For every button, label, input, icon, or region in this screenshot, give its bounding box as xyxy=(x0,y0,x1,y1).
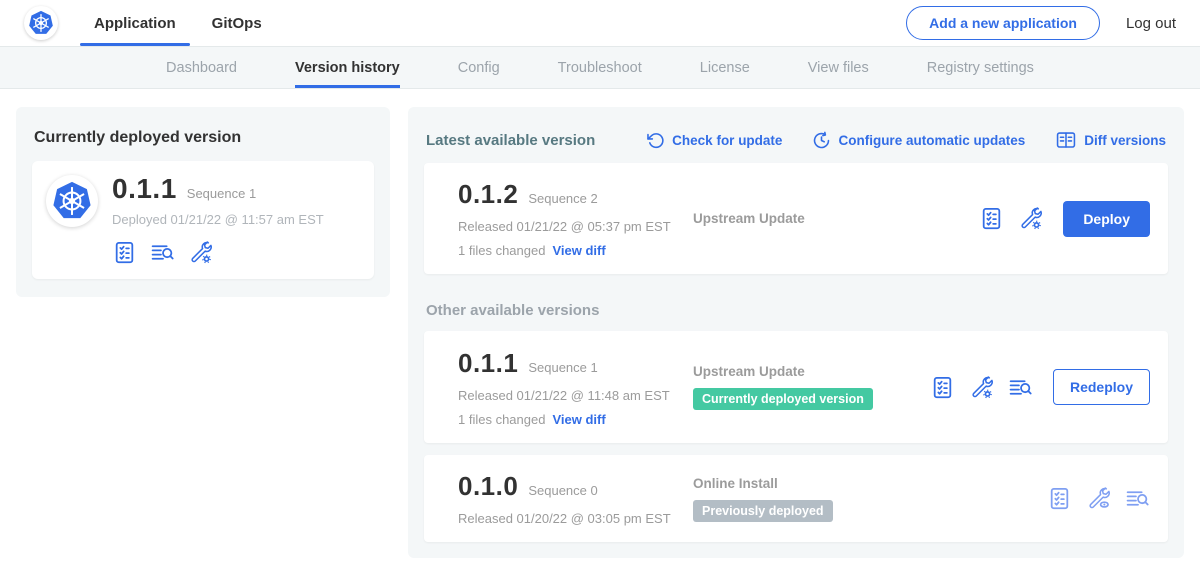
deployed-version-number: 0.1.1 xyxy=(112,173,177,205)
view-diff-link[interactable]: View diff xyxy=(552,412,605,427)
preflight-checks-icon[interactable] xyxy=(930,375,955,400)
view-config-icon[interactable] xyxy=(1086,486,1111,511)
sequence-label: Sequence 0 xyxy=(528,483,597,498)
kubernetes-helm-icon xyxy=(27,9,55,37)
currently-deployed-badge: Currently deployed version xyxy=(693,388,873,410)
top-nav: Application GitOps Add a new application… xyxy=(0,0,1200,46)
refresh-icon xyxy=(646,131,665,150)
redeploy-button[interactable]: Redeploy xyxy=(1053,369,1150,405)
tab-gitops-label: GitOps xyxy=(212,15,262,32)
version-source: Online Install xyxy=(693,476,1047,491)
version-card-0-1-2: 0.1.2 Sequence 2 Released 01/21/22 @ 05:… xyxy=(424,163,1168,274)
version-source: Upstream Update xyxy=(693,364,930,379)
previously-deployed-badge: Previously deployed xyxy=(693,500,833,522)
subnav-registry-settings[interactable]: Registry settings xyxy=(898,47,1063,88)
app-sub-nav: Dashboard Version history Config Trouble… xyxy=(0,46,1200,89)
subnav-troubleshoot[interactable]: Troubleshoot xyxy=(529,47,671,88)
latest-version-title: Latest available version xyxy=(426,132,595,149)
deploy-logs-icon[interactable] xyxy=(150,240,175,265)
other-versions-title: Other available versions xyxy=(426,302,1166,319)
subnav-config[interactable]: Config xyxy=(429,47,529,88)
released-timestamp: Released 01/21/22 @ 05:37 pm EST xyxy=(458,219,693,234)
sequence-label: Sequence 2 xyxy=(528,191,597,206)
deployed-timestamp: Deployed 01/21/22 @ 11:57 am EST xyxy=(112,212,324,227)
currently-deployed-panel: Currently deployed version 0.1.1 Sequenc… xyxy=(16,107,390,297)
sequence-label: Sequence 1 xyxy=(528,360,597,375)
config-icon[interactable] xyxy=(1018,206,1043,231)
diff-icon xyxy=(1055,129,1077,151)
card-gap xyxy=(424,443,1168,455)
kubernetes-helm-icon xyxy=(50,179,94,223)
version-number: 0.1.0 xyxy=(458,471,518,502)
latest-version-header: Latest available version Check for updat… xyxy=(426,129,1166,151)
config-icon[interactable] xyxy=(188,240,213,265)
deploy-logs-icon[interactable] xyxy=(1008,375,1033,400)
subnav-version-history[interactable]: Version history xyxy=(266,47,429,88)
schedule-update-icon xyxy=(812,131,831,150)
deployed-version-info: 0.1.1 Sequence 1 Deployed 01/21/22 @ 11:… xyxy=(112,173,324,265)
tab-application-label: Application xyxy=(94,15,176,32)
deployed-version-card: 0.1.1 Sequence 1 Deployed 01/21/22 @ 11:… xyxy=(32,161,374,279)
add-application-button[interactable]: Add a new application xyxy=(906,6,1100,40)
preflight-checks-icon[interactable] xyxy=(1047,486,1072,511)
released-timestamp: Released 01/21/22 @ 11:48 am EST xyxy=(458,388,693,403)
tab-gitops[interactable]: GitOps xyxy=(212,0,262,46)
version-source: Upstream Update xyxy=(693,211,979,226)
preflight-checks-icon[interactable] xyxy=(112,240,137,265)
version-card-0-1-1: 0.1.1 Sequence 1 Released 01/21/22 @ 11:… xyxy=(424,331,1168,443)
check-for-update-link[interactable]: Check for update xyxy=(646,131,782,150)
released-timestamp: Released 01/20/22 @ 03:05 pm EST xyxy=(458,511,693,526)
active-tab-underline xyxy=(80,43,190,46)
app-logo xyxy=(46,175,98,227)
deployed-sequence-label: Sequence 1 xyxy=(187,186,256,201)
subnav-view-files[interactable]: View files xyxy=(779,47,898,88)
logout-button[interactable]: Log out xyxy=(1126,15,1176,32)
files-changed-label: 1 files changed xyxy=(458,412,545,427)
version-number: 0.1.2 xyxy=(458,179,518,210)
currently-deployed-title: Currently deployed version xyxy=(34,129,372,147)
version-number: 0.1.1 xyxy=(458,348,518,379)
subnav-dashboard[interactable]: Dashboard xyxy=(137,47,266,88)
deploy-logs-icon[interactable] xyxy=(1125,486,1150,511)
diff-versions-link[interactable]: Diff versions xyxy=(1055,129,1166,151)
main-content: Currently deployed version 0.1.1 Sequenc… xyxy=(0,89,1200,564)
configure-automatic-updates-link[interactable]: Configure automatic updates xyxy=(812,131,1025,150)
version-actions: Check for update Configure automatic upd… xyxy=(616,129,1166,151)
version-card-0-1-0: 0.1.0 Sequence 0 Released 01/20/22 @ 03:… xyxy=(424,455,1168,542)
deploy-button[interactable]: Deploy xyxy=(1063,201,1150,237)
files-changed-label: 1 files changed xyxy=(458,243,545,258)
preflight-checks-icon[interactable] xyxy=(979,206,1004,231)
version-history-panel: Latest available version Check for updat… xyxy=(408,107,1184,558)
view-diff-link[interactable]: View diff xyxy=(552,243,605,258)
subnav-license[interactable]: License xyxy=(671,47,779,88)
kubernetes-logo xyxy=(24,6,58,40)
config-icon[interactable] xyxy=(969,375,994,400)
tab-application[interactable]: Application xyxy=(94,0,176,46)
